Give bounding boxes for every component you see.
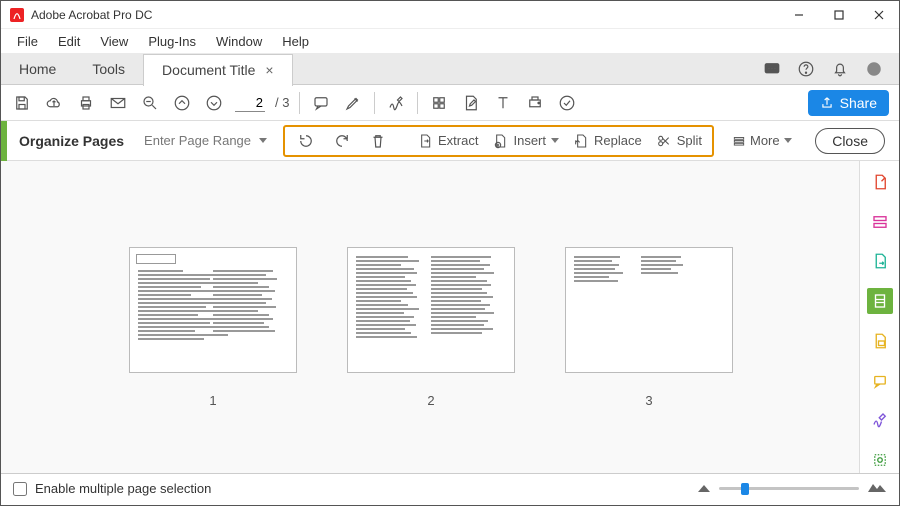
window-close-button[interactable] bbox=[859, 1, 899, 29]
menu-window[interactable]: Window bbox=[208, 32, 270, 51]
share-button-label: Share bbox=[840, 95, 877, 111]
close-button[interactable]: Close bbox=[815, 128, 885, 154]
page-thumbnails-area: 1 2 3 bbox=[1, 161, 859, 473]
text-icon[interactable] bbox=[492, 92, 514, 114]
avatar-icon[interactable] bbox=[863, 58, 885, 80]
multiple-selection-checkbox[interactable] bbox=[13, 482, 27, 496]
window-minimize-button[interactable] bbox=[779, 1, 819, 29]
page-total-label: / 3 bbox=[275, 95, 289, 110]
chat-icon[interactable] bbox=[761, 58, 783, 80]
cloud-upload-icon[interactable] bbox=[43, 92, 65, 114]
rail-note-icon[interactable] bbox=[867, 368, 893, 394]
page-range-dropdown[interactable]: Enter Page Range bbox=[138, 129, 273, 152]
rail-comment-icon[interactable] bbox=[867, 328, 893, 354]
crop-icon[interactable] bbox=[428, 92, 450, 114]
page-number-input[interactable] bbox=[235, 94, 265, 112]
page-number-label: 2 bbox=[427, 393, 434, 408]
menu-plugins[interactable]: Plug-Ins bbox=[140, 32, 204, 51]
delete-icon[interactable] bbox=[367, 130, 389, 152]
zoom-slider[interactable] bbox=[719, 487, 859, 490]
rotate-ccw-icon[interactable] bbox=[295, 130, 317, 152]
extract-button[interactable]: Extract bbox=[417, 133, 478, 149]
page-thumbnail[interactable] bbox=[129, 247, 297, 373]
rail-combine-icon[interactable] bbox=[867, 209, 893, 235]
more-button[interactable]: More bbox=[732, 133, 792, 148]
tab-tools[interactable]: Tools bbox=[74, 53, 143, 85]
menu-file[interactable]: File bbox=[9, 32, 46, 51]
share-button[interactable]: Share bbox=[808, 90, 889, 116]
tab-document[interactable]: Document Title × bbox=[143, 54, 293, 86]
page-range-placeholder: Enter Page Range bbox=[144, 133, 251, 148]
print-icon[interactable] bbox=[75, 92, 97, 114]
bell-icon[interactable] bbox=[829, 58, 851, 80]
organize-pages-title: Organize Pages bbox=[19, 133, 124, 149]
zoom-out-icon[interactable] bbox=[139, 92, 161, 114]
page-number-label: 3 bbox=[645, 393, 652, 408]
organize-pages-accent bbox=[1, 121, 7, 161]
rail-organize-icon[interactable] bbox=[867, 288, 893, 314]
window-maximize-button[interactable] bbox=[819, 1, 859, 29]
print-production-icon[interactable] bbox=[524, 92, 546, 114]
highlight-icon[interactable] bbox=[342, 92, 364, 114]
sign-icon[interactable] bbox=[385, 92, 407, 114]
multiple-selection-label: Enable multiple page selection bbox=[35, 481, 211, 496]
right-tool-rail bbox=[859, 161, 899, 473]
zoom-small-icon[interactable] bbox=[697, 481, 711, 496]
save-icon[interactable] bbox=[11, 92, 33, 114]
mail-icon[interactable] bbox=[107, 92, 129, 114]
page-thumbnail[interactable] bbox=[347, 247, 515, 373]
organize-toolbar-highlight: Extract Insert Replace Split bbox=[283, 125, 714, 157]
page-number-label: 1 bbox=[209, 393, 216, 408]
comment-icon[interactable] bbox=[310, 92, 332, 114]
page-down-icon[interactable] bbox=[203, 92, 225, 114]
rail-more-tools-icon[interactable] bbox=[867, 447, 893, 473]
chevron-down-icon bbox=[784, 138, 792, 143]
zoom-large-icon[interactable] bbox=[867, 481, 887, 496]
tab-close-icon[interactable]: × bbox=[265, 62, 273, 78]
menu-help[interactable]: Help bbox=[274, 32, 317, 51]
help-icon[interactable] bbox=[795, 58, 817, 80]
chevron-down-icon bbox=[259, 138, 267, 143]
menubar: File Edit View Plug-Ins Window Help bbox=[1, 29, 899, 53]
rotate-cw-icon[interactable] bbox=[331, 130, 353, 152]
page-thumbnail[interactable] bbox=[565, 247, 733, 373]
acrobat-app-icon bbox=[9, 7, 25, 23]
split-button[interactable]: Split bbox=[656, 133, 702, 149]
app-title: Adobe Acrobat Pro DC bbox=[31, 8, 779, 22]
chevron-down-icon bbox=[551, 138, 559, 143]
menu-edit[interactable]: Edit bbox=[50, 32, 88, 51]
menu-view[interactable]: View bbox=[92, 32, 136, 51]
check-circle-icon[interactable] bbox=[556, 92, 578, 114]
replace-button[interactable]: Replace bbox=[573, 133, 642, 149]
tab-document-label: Document Title bbox=[162, 62, 255, 78]
edit-pdf-icon[interactable] bbox=[460, 92, 482, 114]
page-up-icon[interactable] bbox=[171, 92, 193, 114]
tab-home[interactable]: Home bbox=[1, 53, 74, 85]
insert-button[interactable]: Insert bbox=[492, 133, 559, 149]
rail-export-icon[interactable] bbox=[867, 249, 893, 275]
rail-fill-sign-icon[interactable] bbox=[867, 408, 893, 434]
rail-create-pdf-icon[interactable] bbox=[867, 169, 893, 195]
